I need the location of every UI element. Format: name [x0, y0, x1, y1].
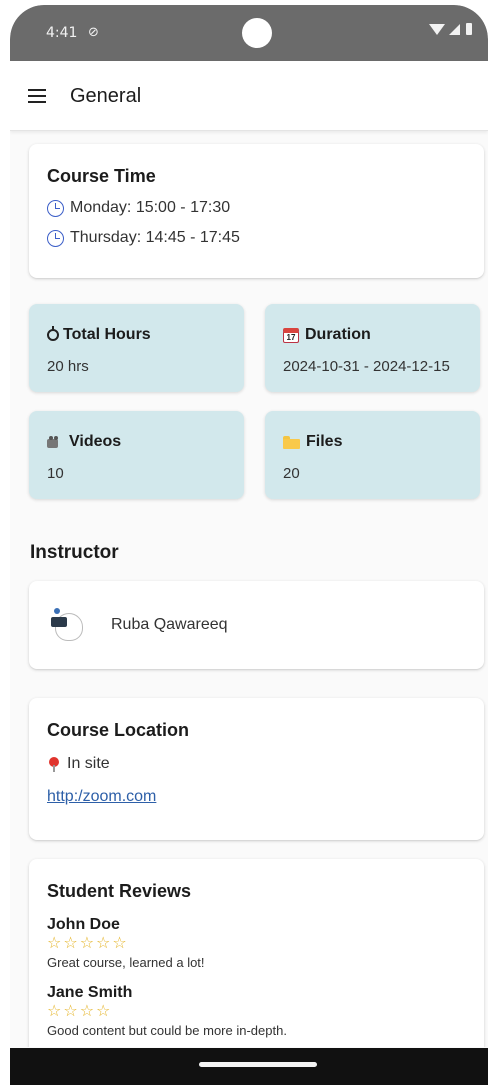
star-icon: ☆ — [63, 935, 78, 952]
wifi-icon — [429, 23, 445, 35]
files-value: 20 — [283, 465, 300, 482]
course-location-title: Course Location — [47, 720, 190, 740]
video-camera-icon — [47, 435, 63, 449]
schedule-text: Monday: 15:00 - 17:30 — [70, 199, 231, 216]
review-item: Jane Smith ☆ ☆ ☆ ☆ Good content but coul… — [47, 984, 466, 1038]
page-title: General — [70, 85, 142, 107]
course-time-title: Course Time — [47, 166, 156, 186]
instructor-heading: Instructor — [30, 542, 119, 563]
schedule-row: Monday: 15:00 - 17:30 — [47, 199, 466, 217]
student-reviews-title: Student Reviews — [47, 881, 192, 901]
calendar-icon: 17 — [283, 327, 299, 343]
student-reviews-card: Student Reviews John Doe ☆ ☆ ☆ ☆ ☆ Great… — [29, 859, 484, 1047]
star-icon: ☆ — [112, 935, 127, 952]
tile-header: Total Hours — [47, 326, 226, 344]
signal-icon — [449, 23, 460, 35]
status-bar: 4:41 ⊘ — [10, 5, 488, 61]
star-icon: ☆ — [79, 1003, 95, 1020]
clock-icon — [47, 199, 64, 217]
duration-value: 2024-10-31 - 2024-12-15 — [283, 358, 450, 375]
stopwatch-icon — [47, 326, 59, 341]
location-pin-icon — [49, 757, 59, 772]
videos-label: Videos — [69, 433, 122, 450]
do-not-disturb-icon: ⊘ — [88, 24, 99, 39]
total-hours-tile: Total Hours 20 hrs — [29, 304, 244, 392]
star-icon: ☆ — [96, 935, 111, 952]
reviewer-name: Jane Smith — [47, 984, 133, 1001]
videos-value: 10 — [47, 465, 64, 482]
star-rating: ☆ ☆ ☆ ☆ ☆ — [47, 936, 466, 952]
battery-icon — [466, 23, 472, 35]
folder-icon — [283, 435, 300, 449]
avatar — [47, 605, 87, 645]
total-hours-value: 20 hrs — [47, 358, 89, 375]
tile-header: 17 Duration — [283, 326, 462, 344]
star-icon: ☆ — [47, 935, 62, 952]
location-mode: In site — [67, 755, 110, 772]
status-time: 4:41 — [46, 25, 78, 41]
home-gesture-handle[interactable] — [199, 1062, 317, 1067]
duration-label: Duration — [305, 326, 371, 343]
star-icon: ☆ — [79, 935, 95, 952]
schedule-row: Thursday: 14:45 - 17:45 — [47, 229, 466, 247]
instructor-card[interactable]: Ruba Qawareeq — [29, 581, 484, 669]
videos-tile: Videos 10 — [29, 411, 244, 499]
course-time-card: Course Time Monday: 15:00 - 17:30 Thursd… — [29, 144, 484, 278]
phone-screen: 4:41 ⊘ General Course Time Monday: 15:00… — [10, 5, 488, 1085]
main-content[interactable]: Course Time Monday: 15:00 - 17:30 Thursd… — [10, 132, 488, 1047]
course-location-card: Course Location In site http:/zoom.com — [29, 698, 484, 840]
star-rating: ☆ ☆ ☆ ☆ — [47, 1004, 466, 1020]
clock-icon — [47, 229, 64, 247]
navigation-bar — [10, 1048, 488, 1085]
schedule-text: Thursday: 14:45 - 17:45 — [70, 229, 240, 246]
reviewer-name: John Doe — [47, 916, 120, 933]
total-hours-label: Total Hours — [63, 326, 151, 343]
star-icon: ☆ — [96, 1003, 111, 1020]
star-icon: ☆ — [63, 1003, 78, 1020]
review-text: Great course, learned a lot! — [47, 955, 205, 970]
app-bar: General — [10, 61, 488, 131]
files-tile: Files 20 — [265, 411, 480, 499]
camera-cutout — [242, 18, 272, 48]
review-text: Good content but could be more in-depth. — [47, 1023, 287, 1038]
tile-header: Videos — [47, 433, 226, 451]
location-link[interactable]: http:/zoom.com — [47, 788, 156, 806]
duration-tile: 17 Duration 2024-10-31 - 2024-12-15 — [265, 304, 480, 392]
location-mode-row: In site — [47, 755, 466, 773]
star-icon: ☆ — [47, 1003, 62, 1020]
tile-header: Files — [283, 433, 462, 451]
instructor-name: Ruba Qawareeq — [111, 616, 228, 633]
files-label: Files — [306, 433, 343, 450]
hamburger-menu-icon[interactable] — [28, 89, 46, 103]
review-item: John Doe ☆ ☆ ☆ ☆ ☆ Great course, learned… — [47, 916, 466, 970]
status-icons — [429, 23, 472, 35]
